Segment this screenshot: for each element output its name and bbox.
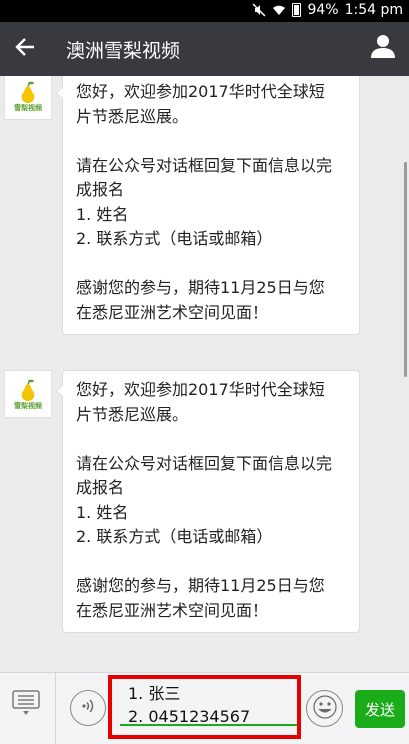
message-line: 片节悉尼巡展。 — [76, 404, 189, 424]
profile-icon — [370, 33, 396, 63]
message-line: 成报名 — [76, 180, 125, 199]
message: 雪梨视频 您好，欢迎参加2017华时代全球短 片节悉尼巡展。 请在公众号对话框回… — [4, 76, 360, 335]
emoji-icon — [312, 694, 338, 724]
voice-button[interactable] — [70, 690, 106, 726]
message-line: 1. 姓名 — [76, 204, 129, 224]
menu-button[interactable] — [8, 687, 44, 723]
avatar-label: 雪梨视频 — [14, 103, 42, 112]
message-line: 片节悉尼巡展。 — [76, 106, 189, 126]
battery-icon — [292, 3, 302, 17]
message-line: 您好，欢迎参加2017华时代全球短 — [76, 82, 325, 101]
message-line: 2. 联系方式（电话或邮箱） — [76, 527, 273, 546]
message-input[interactable]: 1. 张三 2. 0451234567 — [108, 675, 301, 739]
message-line: 请在公众号对话框回复下面信息以完 — [76, 453, 333, 473]
message: 雪梨视频 您好，欢迎参加2017华时代全球短 片节悉尼巡展。 请在公众号对话框回… — [4, 370, 360, 633]
clock: 1:54 pm — [344, 2, 403, 18]
message-line: 2. 联系方式（电话或邮箱） — [76, 229, 273, 248]
scrollbar[interactable] — [404, 162, 407, 377]
back-arrow-icon — [14, 36, 36, 62]
message-line: 感谢您的参与，期待11月25日与您 — [76, 576, 325, 595]
avatar-label: 雪梨视频 — [14, 401, 42, 410]
nav-bar: 澳洲雪梨视频 — [0, 22, 409, 76]
emoji-button[interactable] — [306, 690, 343, 727]
message-line: 感谢您的参与，期待11月25日与您 — [76, 278, 325, 297]
mute-icon — [252, 3, 266, 17]
page-title: 澳洲雪梨视频 — [66, 40, 181, 62]
message-line: 在悉尼亚洲艺术空间见面！ — [76, 600, 269, 620]
input-underline — [120, 724, 297, 726]
battery-percent: 94% — [307, 2, 339, 18]
chat-area[interactable]: 雪梨视频 您好，欢迎参加2017华时代全球短 片节悉尼巡展。 请在公众号对话框回… — [0, 76, 409, 672]
message-bubble[interactable]: 您好，欢迎参加2017华时代全球短 片节悉尼巡展。 请在公众号对话框回复下面信息… — [56, 370, 360, 633]
message-bubble[interactable]: 您好，欢迎参加2017华时代全球短 片节悉尼巡展。 请在公众号对话框回复下面信息… — [56, 76, 360, 335]
message-line: 您好，欢迎参加2017华时代全球短 — [76, 380, 325, 399]
voice-icon — [80, 698, 96, 718]
profile-button[interactable] — [367, 32, 399, 64]
input-toolbar: 1. 张三 2. 0451234567 发送 — [0, 672, 409, 744]
back-button[interactable] — [6, 30, 44, 68]
wifi-icon — [272, 3, 286, 17]
message-line: 在悉尼亚洲艺术空间见面！ — [76, 302, 269, 322]
message-line: 成报名 — [76, 478, 125, 497]
pear-logo-icon — [21, 81, 35, 103]
input-line: 1. 张三 — [128, 684, 181, 703]
avatar[interactable]: 雪梨视频 — [4, 370, 52, 418]
avatar[interactable]: 雪梨视频 — [4, 76, 52, 120]
message-line: 1. 姓名 — [76, 502, 129, 522]
send-button[interactable]: 发送 — [355, 690, 405, 728]
status-right: 94% 1:54 pm — [252, 2, 403, 18]
divider — [55, 673, 56, 744]
status-bar: 94% 1:54 pm — [0, 0, 409, 22]
message-line: 请在公众号对话框回复下面信息以完 — [76, 155, 333, 175]
message-input-text[interactable]: 1. 张三 2. 0451234567 — [128, 682, 250, 728]
menu-icon — [12, 690, 40, 720]
pear-logo-icon — [21, 379, 35, 401]
